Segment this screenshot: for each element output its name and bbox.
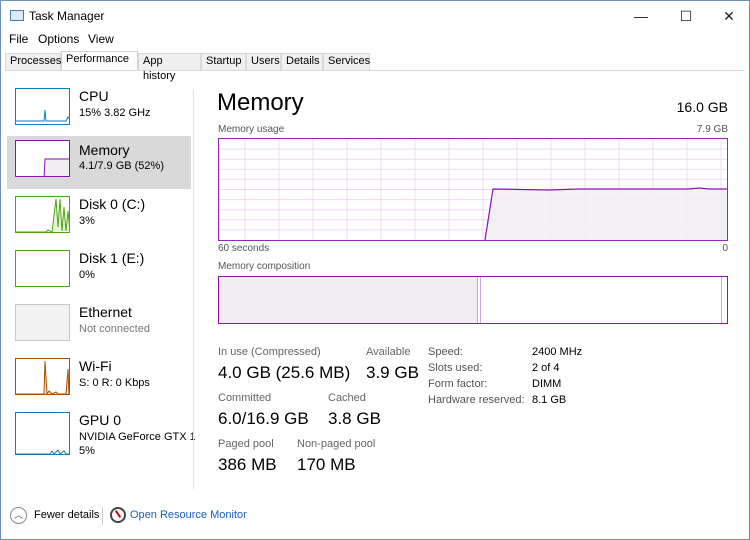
non-paged-pool-value: 170 MB: [297, 455, 356, 474]
menu-file[interactable]: File: [9, 32, 28, 46]
item-sub: 4.1/7.9 GB (52%): [79, 160, 164, 172]
page-title: Memory: [217, 89, 304, 116]
task-manager-window: Task Manager — ☐ ✕ File Options View Pro…: [0, 0, 750, 540]
memory-thumbnail: [15, 140, 70, 177]
item-name: Wi-Fi: [79, 358, 112, 374]
item-sub-2: 5%: [79, 445, 95, 457]
item-sub: Not connected: [79, 323, 150, 335]
committed-label: Committed: [218, 392, 272, 404]
tab-performance[interactable]: Performance: [61, 51, 138, 71]
detail-hardware-reserved: Hardware reserved: 8.1 GB: [428, 394, 567, 406]
sidebar-item-disk-1[interactable]: Disk 1 (E:) 0%: [7, 248, 191, 301]
available-value: 3.9 GB: [366, 363, 419, 382]
composition-label: Memory composition: [218, 261, 311, 272]
time-left-label: 60 seconds: [218, 243, 270, 254]
fewer-details-button[interactable]: Fewer details: [34, 509, 99, 521]
in-use-label: In use (Compressed): [218, 346, 321, 358]
minimize-button[interactable]: —: [627, 5, 655, 27]
cached-label: Cached: [328, 392, 366, 404]
tab-details[interactable]: Details: [281, 53, 323, 70]
item-name: Memory: [79, 142, 130, 158]
item-sub: 0%: [79, 269, 95, 281]
disk0-thumbnail: [15, 196, 70, 233]
window-title: Task Manager: [29, 9, 105, 23]
ethernet-thumbnail: [15, 304, 70, 341]
usage-graph-svg: [219, 139, 727, 241]
item-sub: 3%: [79, 215, 95, 227]
sidebar-item-disk-0[interactable]: Disk 0 (C:) 3%: [7, 194, 191, 247]
chevron-up-icon[interactable]: ︿: [10, 507, 27, 524]
tab-app-history[interactable]: App history: [138, 53, 201, 82]
menu-view[interactable]: View: [88, 32, 114, 46]
memory-composition-bar[interactable]: [218, 276, 728, 324]
sidebar-item-ethernet[interactable]: Ethernet Not connected: [7, 302, 191, 355]
gpu-thumbnail: [15, 412, 70, 455]
sidebar: CPU 15% 3.82 GHz Memory 4.1/7.9 GB (52%)…: [1, 71, 195, 493]
usage-area: [485, 189, 727, 240]
footer: ︿ Fewer details Open Resource Monitor: [1, 501, 749, 531]
paged-pool-label: Paged pool: [218, 438, 274, 450]
item-sub: NVIDIA GeForce GTX 1050: [79, 431, 195, 443]
item-name: CPU: [79, 88, 109, 104]
open-resource-monitor-link[interactable]: Open Resource Monitor: [130, 509, 247, 521]
modified-segment: [479, 277, 481, 323]
wifi-thumbnail: [15, 358, 70, 395]
item-sub: S: 0 R: 0 Kbps: [79, 377, 150, 389]
task-manager-icon: [10, 10, 24, 21]
tab-startup[interactable]: Startup: [201, 53, 246, 70]
paged-pool-value: 386 MB: [218, 455, 277, 474]
total-memory: 16.0 GB: [676, 99, 728, 115]
memory-usage-graph: [218, 138, 728, 241]
sidebar-item-cpu[interactable]: CPU 15% 3.82 GHz: [7, 86, 191, 139]
sidebar-divider: [193, 89, 194, 489]
item-name: Disk 1 (E:): [79, 250, 145, 266]
item-name: GPU 0: [79, 412, 122, 428]
tab-users[interactable]: Users: [246, 53, 281, 70]
cpu-thumbnail: [15, 88, 70, 125]
detail-speed: Speed: 2400 MHz: [428, 346, 583, 358]
menu-options[interactable]: Options: [38, 32, 79, 46]
sidebar-item-memory[interactable]: Memory 4.1/7.9 GB (52%): [7, 136, 191, 189]
resource-monitor-icon[interactable]: [110, 507, 126, 523]
close-button[interactable]: ✕: [715, 5, 743, 27]
in-use-value: 4.0 GB (25.6 MB): [218, 363, 351, 382]
free-segment-edge: [721, 277, 722, 323]
disk1-thumbnail: [15, 250, 70, 287]
item-name: Disk 0 (C:): [79, 196, 146, 212]
usage-label: Memory usage: [218, 124, 285, 135]
detail-form-factor: Form factor: DIMM: [428, 378, 562, 390]
tab-services[interactable]: Services: [323, 53, 370, 70]
item-name: Ethernet: [79, 304, 132, 320]
sidebar-item-gpu-0[interactable]: GPU 0 NVIDIA GeForce GTX 1050 5%: [7, 410, 195, 470]
footer-divider: [102, 507, 103, 525]
maximize-button[interactable]: ☐: [672, 5, 700, 27]
committed-value: 6.0/16.9 GB: [218, 409, 309, 428]
cached-value: 3.8 GB: [328, 409, 381, 428]
sidebar-item-wifi[interactable]: Wi-Fi S: 0 R: 0 Kbps: [7, 356, 191, 409]
time-right-label: 0: [722, 243, 728, 254]
detail-slots: Slots used: 2 of 4: [428, 362, 560, 374]
in-use-segment: [219, 277, 478, 323]
title-bar: Task Manager — ☐ ✕: [1, 1, 749, 31]
tab-processes[interactable]: Processes: [5, 53, 61, 70]
non-paged-pool-label: Non-paged pool: [297, 438, 376, 450]
usage-max: 7.9 GB: [696, 124, 728, 135]
available-label: Available: [366, 346, 411, 358]
item-sub: 15% 3.82 GHz: [79, 107, 151, 119]
